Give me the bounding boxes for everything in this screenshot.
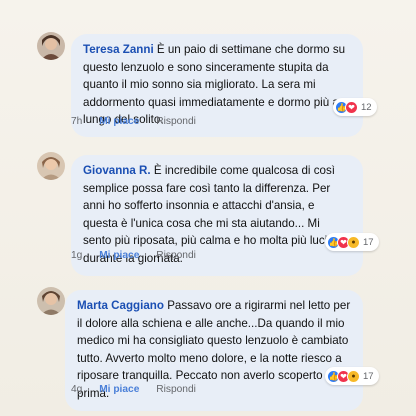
avatar-photo-icon	[37, 287, 65, 315]
comment-actions: 1g Mi piace Rispondi	[71, 250, 210, 261]
like-button[interactable]: Mi piace	[99, 384, 139, 395]
comment-actions: 7h Mi piace Rispondi	[71, 116, 210, 127]
reply-button[interactable]: Rispondi	[156, 116, 196, 127]
comment-timestamp[interactable]: 4g	[71, 384, 82, 395]
comment-author[interactable]: Marta Caggiano	[77, 299, 164, 312]
comment-timestamp[interactable]: 7h	[71, 116, 82, 127]
reaction-summary[interactable]: 👍 ❤ 12	[333, 98, 377, 116]
reply-button[interactable]: Rispondi	[156, 250, 196, 261]
wow-icon: ●	[347, 235, 360, 249]
reaction-summary[interactable]: 👍 ❤ ● 17	[325, 233, 379, 251]
comment-author[interactable]: Giovanna R.	[83, 164, 151, 177]
heart-icon: ❤	[345, 100, 358, 114]
reaction-summary[interactable]: 👍 ❤ ● 17	[325, 367, 379, 385]
avatar[interactable]	[37, 287, 65, 315]
reaction-count: 17	[363, 370, 374, 382]
comment-timestamp[interactable]: 1g	[71, 250, 82, 261]
avatar[interactable]	[37, 152, 65, 180]
avatar-photo-icon	[37, 152, 65, 180]
avatar-photo-icon	[37, 32, 65, 60]
like-button[interactable]: Mi piace	[99, 250, 139, 261]
comment-author[interactable]: Teresa Zanni	[83, 43, 154, 56]
like-button[interactable]: Mi piace	[99, 116, 139, 127]
reply-button[interactable]: Rispondi	[156, 384, 196, 395]
avatar[interactable]	[37, 32, 65, 60]
reaction-count: 17	[363, 236, 374, 248]
comment-actions: 4g Mi piace Rispondi	[71, 384, 210, 395]
reaction-count: 12	[361, 101, 372, 113]
wow-icon: ●	[347, 369, 360, 383]
